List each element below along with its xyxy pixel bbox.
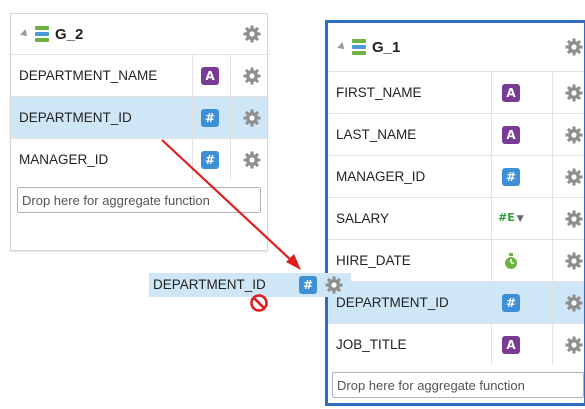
divider <box>552 282 553 323</box>
collapse-triangle-icon[interactable] <box>20 29 30 39</box>
gear-icon[interactable] <box>565 336 583 354</box>
column-name: SALARY <box>336 211 390 226</box>
not-allowed-cursor-icon <box>250 294 268 312</box>
column-row[interactable]: SALARY #E ▼ <box>328 197 584 239</box>
divider <box>192 55 193 96</box>
column-row[interactable]: JOB_TITLE A <box>328 323 584 365</box>
divider <box>491 156 492 197</box>
column-row[interactable]: LAST_NAME A <box>328 113 584 155</box>
divider <box>230 139 231 180</box>
alpha-type-icon: A <box>502 126 520 144</box>
column-name: MANAGER_ID <box>336 169 426 184</box>
column-row[interactable]: DEPARTMENT_ID # <box>11 96 267 138</box>
gear-icon[interactable] <box>243 109 261 127</box>
divider <box>491 240 492 281</box>
column-name: DEPARTMENT_ID <box>19 110 132 125</box>
divider <box>230 55 231 96</box>
column-name: MANAGER_ID <box>19 152 109 167</box>
number-type-icon: # <box>201 151 219 169</box>
aggregate-drop-zone[interactable]: Drop here for aggregate function <box>332 372 584 398</box>
gear-icon[interactable] <box>565 168 583 186</box>
divider <box>552 156 553 197</box>
alpha-type-icon: A <box>502 84 520 102</box>
gear-icon[interactable] <box>565 252 583 270</box>
divider <box>491 324 492 365</box>
number-format-dropdown-icon[interactable]: #E ▼ <box>498 211 524 224</box>
gear-icon[interactable] <box>243 25 261 43</box>
column-row[interactable]: DEPARTMENT_ID # <box>328 281 584 323</box>
gear-icon[interactable] <box>243 67 261 85</box>
column-row[interactable]: DEPARTMENT_NAME A <box>11 54 267 96</box>
divider <box>230 97 231 138</box>
column-row[interactable]: MANAGER_ID # <box>328 155 584 197</box>
divider <box>192 97 193 138</box>
gear-icon[interactable] <box>565 38 583 56</box>
group-header[interactable]: G_2 <box>11 14 267 54</box>
alpha-type-icon: A <box>201 67 219 85</box>
date-type-icon <box>505 253 517 269</box>
number-type-icon: # <box>201 109 219 127</box>
column-name: LAST_NAME <box>336 127 417 142</box>
column-row[interactable]: FIRST_NAME A <box>328 71 584 113</box>
group-panel-g2[interactable]: G_2 DEPARTMENT_NAME A DEPARTMENT_ID # MA… <box>10 13 268 251</box>
number-type-icon: # <box>299 276 317 294</box>
divider <box>491 198 492 239</box>
column-name: JOB_TITLE <box>336 337 407 352</box>
divider <box>552 324 553 365</box>
divider <box>491 282 492 323</box>
gear-icon[interactable] <box>243 151 261 169</box>
group-header[interactable]: G_1 <box>328 23 584 71</box>
column-name: FIRST_NAME <box>336 85 422 100</box>
group-title: G_1 <box>372 38 401 56</box>
column-name: DEPARTMENT_NAME <box>19 68 158 83</box>
divider <box>491 72 492 113</box>
gear-icon <box>325 276 343 294</box>
divider <box>552 240 553 281</box>
aggregate-drop-zone[interactable]: Drop here for aggregate function <box>17 187 261 213</box>
group-title: G_2 <box>55 25 84 43</box>
collapse-triangle-icon[interactable] <box>337 42 347 52</box>
divider <box>552 72 553 113</box>
column-row[interactable]: MANAGER_ID # <box>11 138 267 180</box>
gear-icon[interactable] <box>565 294 583 312</box>
divider <box>192 139 193 180</box>
number-type-icon: # <box>502 294 520 312</box>
number-type-icon: # <box>502 168 520 186</box>
column-name: DEPARTMENT_ID <box>336 295 449 310</box>
alpha-type-icon: A <box>502 336 520 354</box>
data-group-icon <box>35 26 49 42</box>
gear-icon[interactable] <box>565 84 583 102</box>
column-row[interactable]: HIRE_DATE <box>328 239 584 281</box>
divider <box>552 198 553 239</box>
divider <box>552 114 553 155</box>
data-group-icon <box>352 39 366 55</box>
gear-icon[interactable] <box>565 210 583 228</box>
group-panel-g1[interactable]: G_1 FIRST_NAME A LAST_NAME A MANAGER_ID … <box>325 20 585 406</box>
divider <box>491 114 492 155</box>
gear-icon[interactable] <box>565 126 583 144</box>
